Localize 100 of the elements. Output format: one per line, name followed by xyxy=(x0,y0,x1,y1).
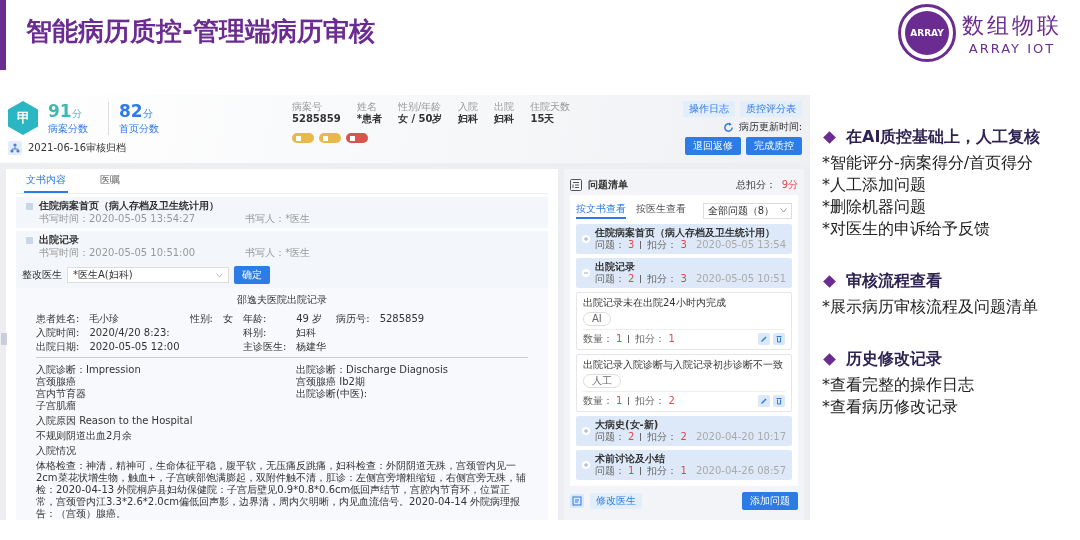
issue-group[interactable]: 住院病案首页（病人存档及卫生统计用） 问题： 3 扣分： 3 2020-05-05 13:54 xyxy=(576,224,792,254)
info-label: 患者姓名: xyxy=(36,313,80,325)
section-heading: 历史修改记录 xyxy=(846,348,942,370)
header-button[interactable]: 操作日志 xyxy=(683,101,735,117)
score-value: 82分 xyxy=(119,101,154,123)
group-count-value: 3 xyxy=(628,239,635,251)
edit-icon[interactable] xyxy=(758,395,770,407)
record-item[interactable]: 住院病案首页（病人存档及卫生统计用） 书写时间：2020-05-05 13:54:27 书写人：*医生 xyxy=(16,197,548,228)
issue-group[interactable]: 大病史(女-新) 问题： 2 扣分： 2 2020-04-20 10:17 xyxy=(576,416,792,446)
doctor-select[interactable]: *医生A(妇科) xyxy=(67,267,229,283)
grade-badge: 甲 xyxy=(8,101,38,135)
group-time: 2020-05-05 10:51 xyxy=(695,273,786,285)
issue-count-value: 1 xyxy=(616,333,623,345)
note-item: *人工添加问题 xyxy=(822,174,927,196)
group-count-label: 问题： xyxy=(595,239,625,251)
field-value: 5285859 xyxy=(292,113,341,125)
view-tab[interactable]: 按医生查看 xyxy=(636,202,686,219)
record-writer: 书写人：*医生 xyxy=(245,213,311,225)
exam-paragraph: 体格检查：神清，精神可，生命体征平稳，腹平软，无压痛反跳痛，妇科检查：外阴阴道无殊，宫颈管内见一2cm菜花状增生物，触血+，子宫峡部饱满膨起，双附件触不清，肛诊：左侧宫旁增粗缩短，右侧宫旁无殊，辅检：2020-04-13 外院桐庐县妇幼保健院：子宫后壁见0.9*0.8*0.6cm低回声结节，宫腔内节育环，位置正常，宫颈管内江3.3*2.6*2.0cm偏低回声影，边界清，周内欠明晰，内见血流信号。2020-04-14 外院病理报告：（宫颈）腺癌。 xyxy=(36,460,527,520)
expand-icon[interactable] xyxy=(582,461,590,469)
diagnosis-line: 入院诊断：Impression xyxy=(36,364,142,376)
note-item: *智能评分-病案得分/首页得分 xyxy=(822,152,1035,174)
filter-select[interactable]: 全部问题（8） xyxy=(702,202,792,219)
group-count-value: 3 xyxy=(680,273,687,285)
section-heading: 审核流程查看 xyxy=(846,270,942,292)
record-title: 住院病案首页（病人存档及卫生统计用） xyxy=(39,200,219,212)
field-label: 入院 xyxy=(458,101,479,113)
field-value: 妇科 xyxy=(494,113,515,125)
delete-icon[interactable] xyxy=(773,333,785,345)
issue-count-label: 数量： xyxy=(583,333,613,345)
group-count-label: 扣分： xyxy=(647,273,678,285)
group-count-label: 扣分： xyxy=(647,431,678,443)
info-label: 病历号: xyxy=(336,313,370,325)
issue-text: 出院记录未在出院24小时内完成 xyxy=(583,297,727,309)
document-line: 入院原因 Reason to the Hospital xyxy=(36,415,194,427)
score-label: 病案分数 xyxy=(48,122,88,135)
view-tab[interactable]: 按文书查看 xyxy=(576,202,626,219)
field-value: *患者 xyxy=(356,113,382,125)
caret-icon xyxy=(780,208,787,213)
note-item: *查看完整的操作日志 xyxy=(822,374,975,396)
action-button[interactable]: 退回返修 xyxy=(685,137,741,155)
expand-icon[interactable] xyxy=(582,235,590,243)
select-value: 全部问题（8） xyxy=(707,204,774,217)
info-value: 2020-05-05 12:00 xyxy=(89,341,180,353)
document-tab[interactable]: 医嘱 xyxy=(98,169,122,193)
document-tab[interactable]: 文书内容 xyxy=(24,169,68,193)
expand-icon[interactable] xyxy=(582,427,590,435)
score-value: 91分 xyxy=(48,101,83,123)
archive-date: 2021-06-16审核归档 xyxy=(28,142,127,154)
info-value: 5285859 xyxy=(379,313,425,325)
update-time-label: 病历更新时间: xyxy=(738,121,802,133)
group-time: 2020-04-20 10:17 xyxy=(695,431,786,443)
group-count-value: 2 xyxy=(628,273,635,285)
select-value: *医生A(妇科) xyxy=(73,269,133,281)
diagnosis-line: 出院诊断(中医): xyxy=(296,388,369,400)
diagnosis-line: 出院诊断：Discharge Diagnosis xyxy=(296,364,449,376)
info-value: 女 xyxy=(222,313,233,325)
document-icon[interactable] xyxy=(570,494,584,508)
record-item[interactable]: 出院记录 书写时间：2020-05-05 10:51:00 书写人：*医生 xyxy=(16,231,548,262)
refresh-icon[interactable] xyxy=(722,121,734,133)
note-item: *对医生的申诉给予反馈 xyxy=(822,218,991,240)
group-count-value: 3 xyxy=(680,239,687,251)
note-item: *删除机器问题 xyxy=(822,196,927,218)
field-label: 病案号 xyxy=(292,101,323,113)
total-label: 总扣分： xyxy=(735,179,776,191)
edit-icon[interactable] xyxy=(758,333,770,345)
confirm-button[interactable]: 确定 xyxy=(234,266,270,284)
issue-count-label: 扣分： xyxy=(635,395,666,407)
list-icon xyxy=(570,179,582,191)
group-count-value: 1 xyxy=(680,465,687,477)
logo-subtitle: ARRAY IOT xyxy=(968,40,1056,56)
issue-count-value: 1 xyxy=(616,395,623,407)
action-button[interactable]: 完成质控 xyxy=(746,137,802,155)
diagnosis-line: 宫颈腺癌 Ib2期 xyxy=(296,376,365,388)
total-value: 9分 xyxy=(781,179,798,191)
group-count-value: 2 xyxy=(680,431,687,443)
info-value: 杨建华 xyxy=(296,341,327,353)
hierarchy-icon xyxy=(8,141,22,155)
field-value: 15天 xyxy=(530,113,556,125)
group-count-label: 问题： xyxy=(595,431,625,443)
info-value: 49 岁 xyxy=(296,313,324,325)
add-issue-button[interactable]: 添加问题 xyxy=(742,492,798,510)
collapse-handle[interactable] xyxy=(1,333,7,345)
group-count-label: 问题： xyxy=(595,273,625,285)
collapse-icon[interactable] xyxy=(582,269,590,277)
group-count-value: 2 xyxy=(628,431,635,443)
footer-button[interactable]: 修改医生 xyxy=(590,493,642,509)
delete-icon[interactable] xyxy=(773,395,785,407)
diagnosis-line: 子宫肌瘤 xyxy=(36,400,77,412)
field-label: 姓名 xyxy=(356,101,378,113)
issue-count-label: 数量： xyxy=(583,395,613,407)
header-button[interactable]: 质控评分表 xyxy=(740,101,802,117)
record-writer: 书写人：*医生 xyxy=(245,247,311,259)
info-value: 毛小珍 xyxy=(89,313,121,325)
issue-group[interactable]: 术前讨论及小结 问题： 1 扣分： 1 2020-04-26 08:57 xyxy=(576,450,792,480)
group-count-label: 扣分： xyxy=(647,465,678,477)
slide-title: 智能病历质控-管理端病历审核 xyxy=(26,15,376,48)
field-label: 出院 xyxy=(494,101,515,113)
group-title: 大病史(女-新) xyxy=(595,419,660,431)
issue-group[interactable]: 出院记录 问题： 2 扣分： 3 2020-05-05 10:51 xyxy=(576,258,792,288)
